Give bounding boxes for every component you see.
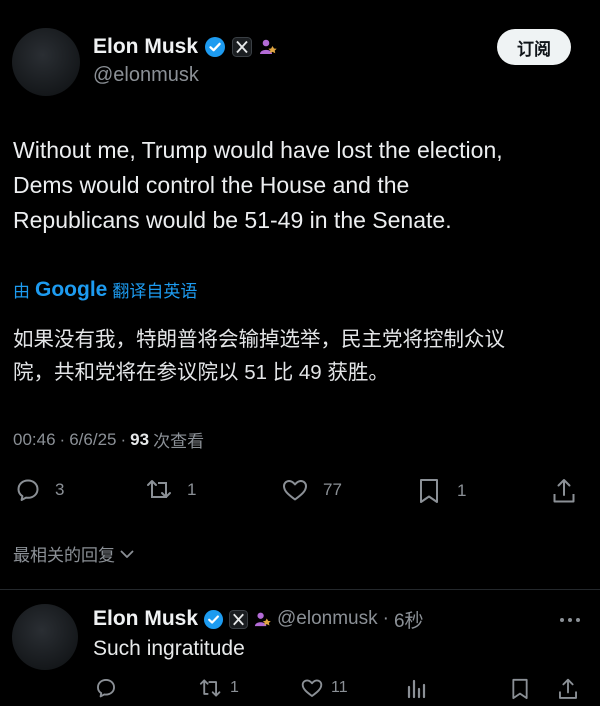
x-affiliate-badge-icon — [229, 609, 249, 629]
reply-text: Such ingratitude — [93, 637, 245, 660]
analytics-icon — [405, 677, 427, 699]
verified-badge-icon — [204, 36, 226, 58]
reply-reply-action[interactable] — [95, 677, 117, 699]
reply-author-name[interactable]: Elon Musk — [93, 607, 198, 631]
repost-icon — [198, 677, 224, 699]
translation-attribution[interactable]: 由 Google 翻译自英语 — [13, 277, 197, 302]
reply-like-count: 11 — [331, 679, 348, 696]
author-avatar[interactable] — [12, 28, 80, 96]
bookmark-action[interactable]: 1 — [417, 477, 466, 505]
google-logo: Google — [35, 277, 108, 301]
bookmark-icon — [417, 477, 441, 505]
translated-line: 院，共和党将在参议院以 51 比 49 获胜。 — [13, 361, 389, 384]
reply-icon — [95, 677, 117, 699]
translated-text: 如果没有我，特朗普将会输掉选举，民主党将控制众议 院，共和党将在参议院以 51 … — [13, 323, 598, 389]
view-count-label: 次查看 — [153, 432, 205, 451]
tweet-meta: 00:46 · 6/6/25 · 93 次查看 — [13, 427, 204, 452]
view-count: 93 — [130, 429, 150, 449]
government-affiliate-icon — [253, 610, 272, 629]
chevron-down-icon — [119, 546, 135, 562]
more-dot-icon — [568, 618, 572, 622]
author-name-row: Elon Musk — [93, 34, 278, 60]
reply-more-button[interactable] — [560, 614, 582, 626]
government-affiliate-icon — [258, 37, 278, 57]
reply-repost-count: 1 — [230, 679, 239, 696]
tweet-text-line: Republicans would be 51-49 in the Senate… — [13, 207, 452, 233]
replies-sort-label: 最相关的回复 — [13, 546, 115, 565]
author-name[interactable]: Elon Musk — [93, 35, 198, 59]
reply-repost-action[interactable]: 1 — [198, 677, 239, 699]
reply-header: Elon Musk @elonmusk · 6秒 — [93, 606, 424, 632]
reply-share-action[interactable] — [557, 677, 579, 701]
share-action[interactable] — [551, 477, 577, 505]
like-action[interactable]: 77 — [281, 477, 342, 503]
reply-bookmark-action[interactable] — [510, 677, 530, 701]
author-handle[interactable]: @elonmusk — [93, 64, 199, 87]
reply-like-action[interactable]: 11 — [300, 677, 348, 699]
reply-author-avatar[interactable] — [12, 604, 78, 670]
repost-action[interactable]: 1 — [145, 477, 196, 503]
verified-badge-icon — [203, 609, 224, 630]
tweet-time[interactable]: 00:46 — [13, 430, 56, 450]
meta-separator: · — [120, 429, 127, 449]
translated-line: 如果没有我，特朗普将会输掉选举，民主党将控制众议 — [13, 328, 505, 351]
tweet-text-line: Dems would control the House and the — [13, 172, 410, 198]
translation-by-label: 由 — [13, 282, 30, 301]
reply-action[interactable]: 3 — [15, 477, 64, 503]
tweet-text-line: Without me, Trump would have lost the el… — [13, 137, 503, 163]
bookmark-count: 1 — [457, 481, 467, 500]
bookmark-icon — [510, 677, 530, 701]
more-dot-icon — [576, 618, 580, 622]
section-divider — [0, 589, 600, 590]
repost-icon — [145, 477, 175, 503]
reply-analytics-action[interactable] — [405, 677, 427, 699]
reply-author-handle[interactable]: @elonmusk — [277, 608, 378, 630]
tweet-date[interactable]: 6/6/25 — [69, 430, 116, 450]
subscribe-button[interactable]: 订阅 — [497, 29, 571, 65]
share-icon — [551, 477, 577, 505]
tweet-text: Without me, Trump would have lost the el… — [13, 133, 598, 238]
x-affiliate-badge-icon — [232, 37, 253, 57]
translation-source-label: 翻译自英语 — [112, 282, 198, 301]
reply-icon — [15, 477, 41, 503]
replies-sort-selector[interactable]: 最相关的回复 — [13, 541, 135, 566]
more-dot-icon — [560, 618, 564, 622]
like-count: 77 — [323, 480, 342, 499]
reply-count: 3 — [55, 480, 65, 499]
repost-count: 1 — [187, 480, 197, 499]
reply-separator: · — [382, 608, 389, 629]
meta-separator: · — [59, 429, 66, 449]
reply-timestamp[interactable]: 6秒 — [394, 606, 424, 633]
heart-icon — [300, 677, 324, 699]
heart-icon — [281, 477, 309, 503]
share-icon — [557, 677, 579, 701]
